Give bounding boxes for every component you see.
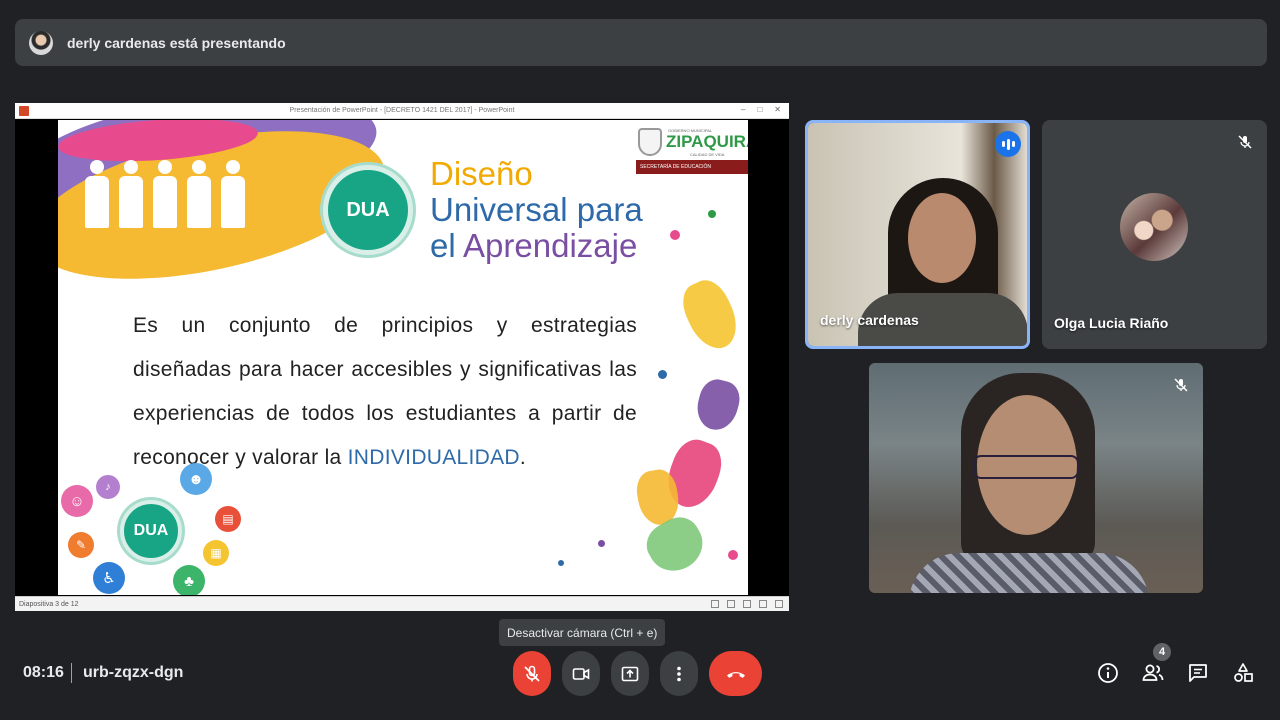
children-icon: ☻	[180, 463, 212, 495]
ppt-window-title: Presentación de PowerPoint - [DECRETO 14…	[289, 107, 515, 114]
chat-icon	[1189, 664, 1207, 682]
coat-of-arms-icon	[638, 128, 662, 156]
accessibility-icon: ♿	[93, 562, 125, 594]
brush-icon: ✎	[68, 532, 94, 558]
mic-off-icon	[524, 665, 540, 682]
participant-avatar	[1120, 193, 1188, 261]
presenter-avatar	[29, 30, 53, 55]
camera-tooltip: Desactivar cámara (Ctrl + e)	[499, 619, 666, 646]
glasses	[973, 455, 1079, 479]
person-icon: ☺	[61, 485, 93, 517]
meeting-code: urb-zqzx-dgn	[83, 664, 184, 681]
decor-dot	[670, 230, 680, 240]
activities-icon	[1234, 663, 1253, 682]
slide: DUA Diseño Universal para el Aprendizaje…	[58, 120, 748, 595]
decor-dot	[658, 370, 667, 379]
present-now-button[interactable]	[611, 651, 649, 696]
ppt-status-bar: Diapositiva 3 de 12	[15, 596, 789, 611]
present-screen-icon	[621, 666, 639, 681]
slide-title-line-3: el Aprendizaje	[430, 227, 638, 264]
leave-call-button[interactable]	[709, 651, 762, 696]
people-icon	[1142, 664, 1164, 681]
meeting-time: 08:16	[23, 664, 64, 681]
music-icon: ♪	[96, 475, 120, 499]
close-icon: ✕	[774, 105, 781, 114]
book-icon: ▤	[215, 506, 241, 532]
slide-body-highlight: INDIVIDUALIDAD	[347, 446, 520, 469]
notes-icon	[711, 600, 719, 608]
ppt-window-controls: – □ ✕	[741, 105, 781, 114]
decor-dot	[708, 210, 716, 218]
chat-button[interactable]	[1185, 660, 1211, 686]
dua-small-badge: DUA	[120, 500, 182, 562]
mic-off-icon	[1173, 377, 1189, 393]
activities-button[interactable]	[1230, 660, 1256, 686]
microphone-toggle-button[interactable]	[513, 651, 551, 696]
ppt-view-controls	[711, 600, 783, 608]
presenter-banner-text: derly cardenas está presentando	[67, 34, 286, 51]
calculator-icon: ▦	[203, 540, 229, 566]
participant-name: derly cardenas	[820, 312, 919, 328]
slide-title-line-2: Universal para	[430, 191, 643, 228]
participant-name: Olga Lucia Riaño	[1054, 315, 1169, 331]
playground-icon: ♣	[173, 565, 205, 595]
participant-tile-olga[interactable]: Olga Lucia Riaño	[1042, 120, 1267, 349]
decor-hand-yellow	[675, 273, 746, 357]
meeting-details-button[interactable]	[1095, 660, 1121, 686]
maximize-icon: □	[757, 105, 763, 114]
decor-dot	[598, 540, 605, 547]
divider	[71, 663, 72, 683]
speaking-indicator-icon	[995, 131, 1021, 157]
camera-icon	[572, 667, 590, 680]
presenter-banner: derly cardenas está presentando	[15, 19, 1267, 66]
people-button[interactable]	[1140, 660, 1166, 686]
normal-view-icon	[727, 600, 735, 608]
hang-up-icon	[726, 671, 745, 678]
shared-presentation: Presentación de PowerPoint - [DECRETO 14…	[15, 103, 789, 611]
slide-title-line-1: Diseño	[430, 155, 533, 192]
more-vert-icon	[677, 666, 681, 681]
reading-view-icon	[759, 600, 767, 608]
mic-off-icon	[1237, 134, 1253, 150]
decor-dot	[558, 560, 564, 566]
dua-badge: DUA	[323, 165, 413, 255]
more-options-button[interactable]	[660, 651, 698, 696]
slide-title: Diseño Universal para el Aprendizaje	[430, 156, 643, 264]
slideshow-icon	[775, 600, 783, 608]
zipaquira-logo: GOBIERNO MUNICIPAL ZIPAQUIRÁ CALIDAD DE …	[636, 124, 748, 174]
camera-toggle-button[interactable]	[562, 651, 600, 696]
minimize-icon: –	[741, 105, 746, 114]
participant-tile-third[interactable]	[869, 363, 1203, 593]
participant-video	[908, 193, 976, 283]
decor-dot	[728, 550, 738, 560]
ppt-titlebar: Presentación de PowerPoint - [DECRETO 14…	[15, 103, 789, 119]
participant-tile-derly[interactable]: derly cardenas	[805, 120, 1030, 349]
decor-hand-purple	[692, 375, 744, 435]
info-icon	[1098, 663, 1118, 683]
sorter-view-icon	[743, 600, 751, 608]
slide-counter: Diapositiva 3 de 12	[19, 600, 79, 608]
slide-body-text: Es un conjunto de principios y estrategi…	[133, 314, 637, 469]
paper-children-illustration	[83, 160, 247, 230]
people-count-badge: 4	[1153, 643, 1171, 661]
